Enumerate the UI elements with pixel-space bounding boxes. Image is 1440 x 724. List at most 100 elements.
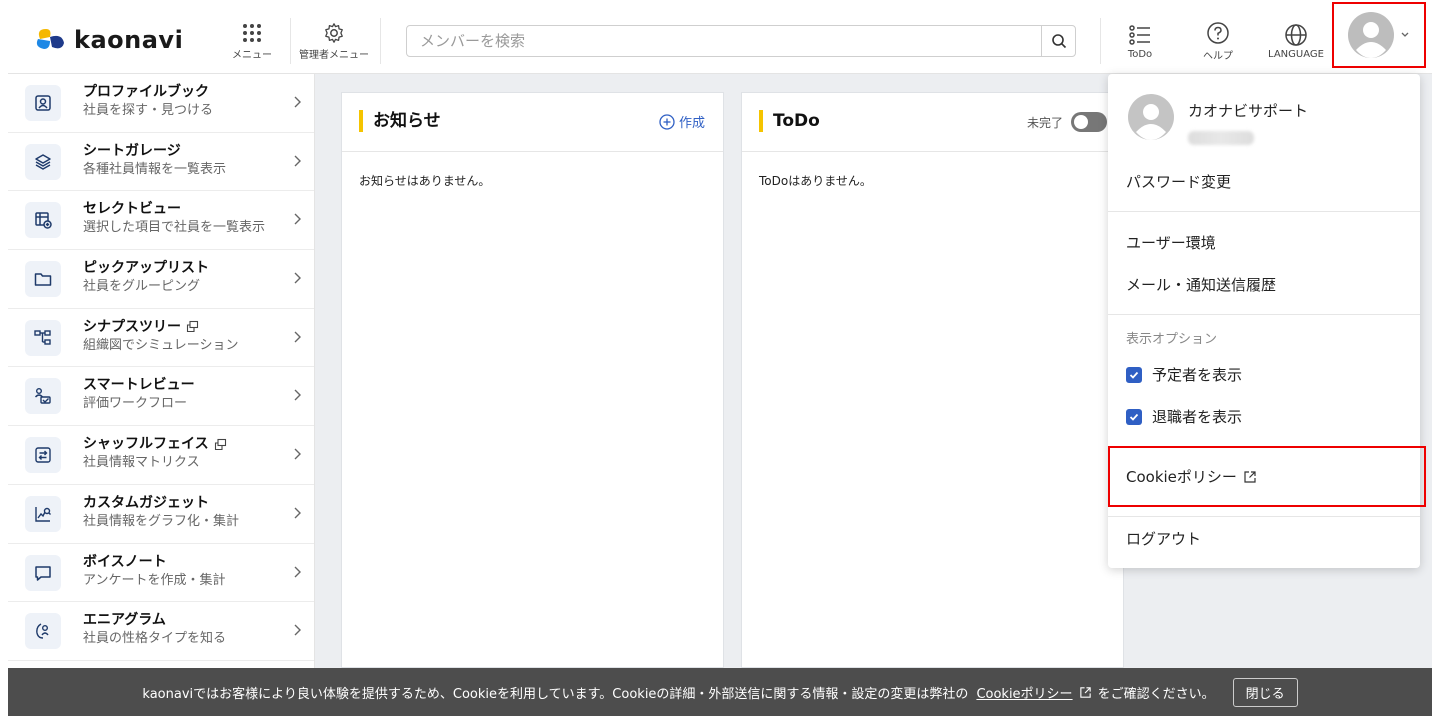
folder-icon bbox=[25, 261, 61, 298]
top-header: kaonavi メニュー 管理者メニュー メンバーを検索 ToDo ヘルプ LA… bbox=[8, 2, 1432, 74]
sidebar-item-smart-review[interactable]: スマートレビュー 評価ワークフロー bbox=[8, 367, 314, 427]
show-planned-label: 予定者を表示 bbox=[1152, 366, 1243, 384]
user-name: カオナビサポート bbox=[1188, 102, 1309, 120]
checkbox-checked-icon bbox=[1126, 408, 1142, 425]
cookie-bar-policy-link[interactable]: Cookieポリシー bbox=[976, 683, 1072, 702]
help-button[interactable]: ヘルプ bbox=[1193, 8, 1243, 74]
sidebar-item-sheet-garage[interactable]: シートガレージ 各種社員情報を一覧表示 bbox=[8, 133, 314, 192]
sidebar-item-title-text: シナプスツリー bbox=[83, 318, 181, 335]
sidebar: プロファイルブック 社員を探す・見つける シートガレージ 各種社員情報を一覧表示… bbox=[8, 74, 315, 668]
member-search bbox=[406, 25, 1076, 57]
sidebar-item-voice-note[interactable]: ボイスノート アンケートを作成・集計 bbox=[8, 544, 314, 603]
incomplete-toggle[interactable]: 未完了 bbox=[1027, 112, 1107, 132]
admin-menu-button[interactable]: 管理者メニュー bbox=[293, 8, 375, 74]
show-retired-label: 退職者を表示 bbox=[1152, 408, 1243, 426]
show-retired-checkbox[interactable]: 退職者を表示 bbox=[1126, 406, 1242, 427]
gear-icon bbox=[325, 22, 343, 43]
password-change-link[interactable]: パスワード変更 bbox=[1126, 171, 1231, 192]
cookie-bar-text: kaonaviではお客様により良い体験を提供するため、Cookieを利用していま… bbox=[142, 686, 969, 702]
language-button[interactable]: LANGUAGE bbox=[1262, 8, 1330, 74]
create-notice-button[interactable]: 作成 bbox=[659, 112, 705, 131]
divider bbox=[1108, 314, 1420, 315]
cookie-policy-link[interactable]: Cookieポリシー bbox=[1108, 446, 1426, 507]
avatar-icon bbox=[1128, 94, 1174, 140]
mail-history-link[interactable]: メール・通知送信履歴 bbox=[1126, 274, 1276, 295]
cookie-bar-text-after: をご確認ください。 bbox=[1097, 686, 1215, 702]
language-label: LANGUAGE bbox=[1268, 48, 1324, 60]
review-icon bbox=[25, 378, 61, 415]
sidebar-item-select-view[interactable]: セレクトビュー 選択した項目で社員を一覧表示 bbox=[8, 191, 314, 251]
sidebar-item-title: ピックアップリスト bbox=[83, 260, 209, 277]
new-window-icon bbox=[214, 438, 226, 450]
create-label: 作成 bbox=[678, 116, 705, 131]
dropdown-user-info: カオナビサポート bbox=[1128, 94, 1308, 145]
search-icon bbox=[1051, 34, 1066, 49]
notice-empty-text: お知らせはありません。 bbox=[359, 174, 491, 188]
chevron-right-icon bbox=[294, 331, 301, 343]
shuffle-icon bbox=[25, 437, 61, 474]
search-button[interactable] bbox=[1041, 26, 1075, 56]
sidebar-item-synapse-tree[interactable]: シナプスツリー 組織図でシミュレーション bbox=[8, 309, 314, 368]
chevron-right-icon bbox=[294, 155, 301, 167]
todo-button[interactable]: ToDo bbox=[1116, 8, 1164, 74]
cookie-bar-close-button[interactable]: 閉じる bbox=[1232, 677, 1298, 707]
user-menu-button[interactable] bbox=[1332, 2, 1426, 68]
chevron-right-icon bbox=[294, 448, 301, 460]
todo-empty-text: ToDoはありません。 bbox=[759, 174, 872, 188]
sidebar-item-subtitle: 社員情報をグラフ化・集計 bbox=[83, 513, 240, 529]
chevron-right-icon bbox=[294, 272, 301, 284]
divider bbox=[380, 18, 381, 64]
chevron-right-icon bbox=[294, 96, 301, 108]
sidebar-item-subtitle: 社員を探す・見つける bbox=[83, 103, 214, 118]
layers-icon bbox=[25, 143, 61, 180]
logout-link[interactable]: ログアウト bbox=[1126, 528, 1201, 549]
sidebar-item-shuffle-face[interactable]: シャッフルフェイス 社員情報マトリクス bbox=[8, 426, 314, 485]
sidebar-item-subtitle: 選択した項目で社員を一覧表示 bbox=[83, 220, 266, 236]
sidebar-item-title: シナプスツリー bbox=[83, 318, 238, 336]
kaonavi-logo[interactable]: kaonavi bbox=[32, 22, 183, 58]
sidebar-item-pickup-list[interactable]: ピックアップリスト 社員をグルーピング bbox=[8, 250, 314, 309]
cookie-consent-bar: kaonaviではお客様により良い体験を提供するため、Cookieを利用していま… bbox=[8, 668, 1432, 716]
chevron-right-icon bbox=[294, 624, 301, 636]
todo-label: ToDo bbox=[1127, 48, 1153, 60]
logo-text: kaonavi bbox=[74, 26, 184, 54]
sidebar-item-title: カスタムガジェット bbox=[83, 494, 209, 511]
divider bbox=[1108, 211, 1420, 212]
notice-panel-title: お知らせ bbox=[359, 110, 441, 132]
logo-mark-icon bbox=[36, 29, 64, 49]
help-label: ヘルプ bbox=[1203, 50, 1233, 62]
sidebar-item-title: セレクトビュー bbox=[83, 201, 181, 218]
user-dropdown-menu: カオナビサポート パスワード変更 ユーザー環境 メール・通知送信履歴 表示オプシ… bbox=[1108, 74, 1426, 568]
sidebar-item-custom-gadget[interactable]: カスタムガジェット 社員情報をグラフ化・集計 bbox=[8, 485, 314, 544]
globe-icon bbox=[1285, 23, 1307, 46]
help-icon bbox=[1207, 21, 1229, 44]
sidebar-item-profile-book[interactable]: プロファイルブック 社員を探す・見つける bbox=[8, 74, 314, 133]
menu-label: メニュー bbox=[232, 49, 272, 61]
sidebar-item-title-text: シャッフルフェイス bbox=[83, 436, 209, 453]
sidebar-item-subtitle: 社員情報マトリクス bbox=[83, 455, 200, 471]
todo-panel-header: ToDo 未完了 bbox=[742, 93, 1123, 152]
grid-icon bbox=[243, 23, 261, 42]
user-id-blurred bbox=[1188, 131, 1254, 145]
sidebar-item-enneagram[interactable]: エニアグラム 社員の性格タイプを知る bbox=[8, 602, 314, 661]
enneagram-icon bbox=[25, 613, 61, 650]
toggle-switch[interactable] bbox=[1071, 112, 1107, 132]
sidebar-item-subtitle: 社員の性格タイプを知る bbox=[83, 631, 227, 647]
divider bbox=[1108, 516, 1420, 517]
menu-button[interactable]: メニュー bbox=[222, 8, 282, 74]
user-environment-link[interactable]: ユーザー環境 bbox=[1126, 232, 1216, 253]
org-chart-icon bbox=[25, 319, 61, 356]
search-input[interactable] bbox=[407, 32, 1041, 50]
chart-search-icon bbox=[25, 495, 61, 532]
cookie-policy-label: Cookieポリシー bbox=[1126, 468, 1237, 486]
show-planned-checkbox[interactable]: 予定者を表示 bbox=[1126, 364, 1242, 385]
sidebar-item-subtitle: 評価ワークフロー bbox=[83, 396, 188, 412]
profile-book-icon bbox=[25, 85, 61, 121]
checkbox-checked-icon bbox=[1126, 366, 1142, 383]
todo-panel: ToDo 未完了 ToDoはありません。 bbox=[741, 92, 1124, 668]
sidebar-item-subtitle: 各種社員情報を一覧表示 bbox=[83, 161, 227, 177]
notice-panel: お知らせ 作成 お知らせはありません。 bbox=[341, 92, 724, 668]
sidebar-item-subtitle: 組織図でシミュレーション bbox=[83, 337, 239, 353]
external-link-icon bbox=[1079, 686, 1091, 698]
todo-panel-title: ToDo bbox=[759, 110, 820, 132]
